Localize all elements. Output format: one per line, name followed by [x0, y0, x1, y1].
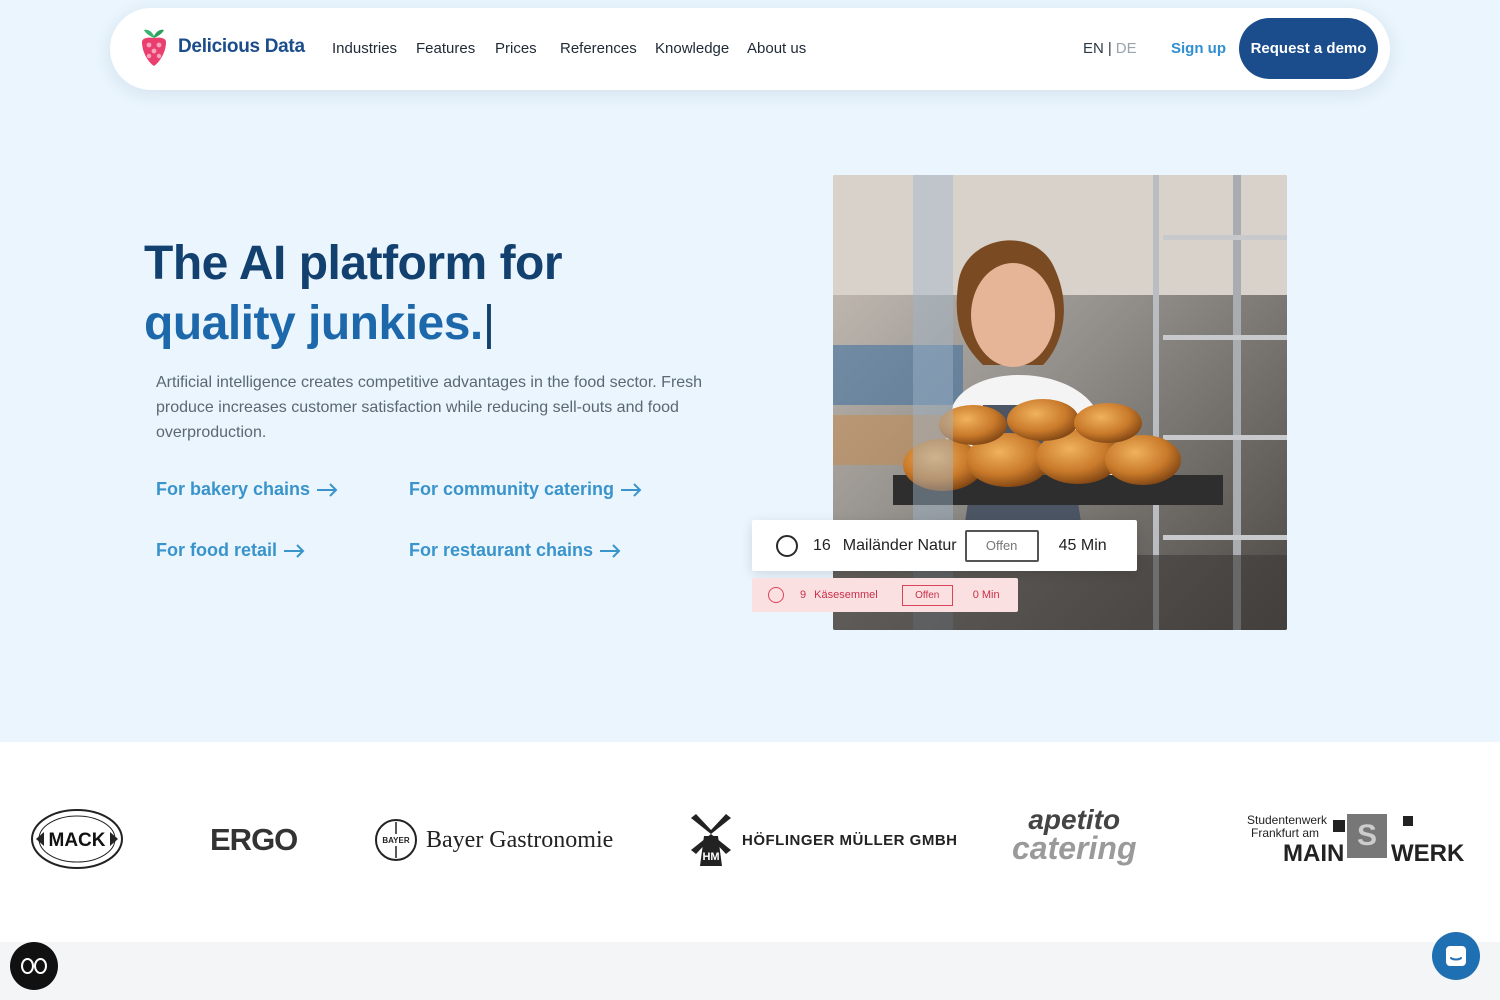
brand-logo[interactable]: Delicious Data: [138, 26, 305, 68]
nav-item-about-us[interactable]: About us: [747, 40, 806, 57]
order-checkbox[interactable]: [768, 587, 784, 603]
link-bakery-chains-label: For bakery chains: [156, 479, 311, 499]
nav-item-prices[interactable]: Prices: [495, 40, 537, 57]
nav-item-references[interactable]: References: [560, 40, 637, 57]
logo-apetito-catering: apetito catering: [1012, 806, 1137, 866]
logo-ergo: ERGO: [210, 822, 298, 857]
bayer-cross-icon: BAYER: [375, 819, 417, 861]
link-restaurant-chains[interactable]: For restaurant chains: [409, 540, 621, 561]
mainwerk-main: MAIN: [1283, 840, 1345, 867]
arrow-right-icon: [317, 482, 338, 497]
order-card: 16 Mailänder Natur Offen 45 Min: [752, 520, 1137, 571]
lang-de[interactable]: DE: [1116, 40, 1137, 57]
order-status-badge: Offen: [964, 529, 1039, 562]
mainwerk-werk: WERK: [1391, 840, 1465, 867]
order-card-alert: 9 Käsesemmel Offen 0 Min: [752, 578, 1018, 612]
bayer-mark-text: BAYER: [382, 836, 409, 845]
logo-mack-text: MACK: [49, 830, 106, 851]
windmill-icon: HM: [691, 814, 731, 866]
typing-caret: |: [482, 297, 495, 350]
arrow-right-icon: [600, 543, 621, 558]
order-status-badge: Offen: [901, 584, 953, 606]
brand-name: Delicious Data: [178, 36, 305, 57]
hero-title-line2: quality junkies.: [144, 297, 483, 350]
link-community-catering-label: For community catering: [409, 479, 615, 499]
mainwerk-s: S: [1347, 814, 1387, 858]
order-product: Käsesemmel: [814, 589, 878, 601]
bayer-text: Bayer Gastronomie: [426, 826, 614, 853]
hero-title: The AI platform for quality junkies.|: [144, 234, 563, 354]
nav-item-features[interactable]: Features: [416, 40, 475, 57]
catering-text: catering: [1012, 830, 1137, 866]
hoeflinger-text: HÖFLINGER MÜLLER GMBH: [742, 831, 958, 849]
link-bakery-chains[interactable]: For bakery chains: [156, 479, 338, 500]
logo-bayer-gastronomie: BAYER Bayer Gastronomie: [374, 818, 613, 862]
order-quantity: 9: [800, 589, 807, 601]
accessibility-button[interactable]: [10, 942, 58, 990]
order-time: 0 Min: [972, 589, 1000, 601]
order-time: 45 Min: [1058, 536, 1107, 554]
order-checkbox[interactable]: [776, 534, 798, 557]
chat-icon: [1446, 946, 1466, 966]
client-logos-strip: MACK ERGO BAYER Bayer Gastronomie HM HÖF…: [0, 742, 1500, 942]
link-food-retail-label: For food retail: [156, 540, 277, 560]
arrow-right-icon: [621, 482, 642, 497]
chat-launcher-button[interactable]: [1432, 932, 1480, 980]
link-restaurant-chains-label: For restaurant chains: [409, 540, 594, 560]
link-food-retail[interactable]: For food retail: [156, 540, 305, 561]
sign-up-link[interactable]: Sign up: [1171, 40, 1226, 57]
hero-subtitle: Artificial intelligence creates competit…: [156, 374, 703, 441]
logo-mack: MACK: [30, 808, 124, 875]
order-quantity: 16: [813, 536, 831, 554]
link-community-catering[interactable]: For community catering: [409, 479, 642, 500]
language-switcher: EN | DE: [1083, 40, 1137, 57]
top-navigation: Delicious Data Industries Features Price…: [110, 8, 1390, 90]
order-product: Mailänder Natur: [842, 536, 957, 554]
hero-title-line1: The AI platform for: [144, 237, 563, 290]
studentenwerk-line2: Frankfurt am: [1251, 826, 1320, 840]
next-section: [0, 942, 1500, 1000]
request-demo-button[interactable]: Request a demo: [1239, 18, 1378, 79]
logo-studentenwerk-frankfurt: Studentenwerk Frankfurt am MAIN S WERK: [1247, 814, 1465, 868]
nav-item-industries[interactable]: Industries: [332, 40, 397, 57]
strawberry-icon: [142, 29, 166, 66]
logo-hoeflinger-mueller: HM HÖFLINGER MÜLLER GMBH: [686, 814, 957, 866]
nav-item-knowledge[interactable]: Knowledge: [655, 40, 729, 57]
accessibility-icon: [21, 958, 47, 974]
lang-separator: |: [1107, 40, 1112, 57]
lang-en[interactable]: EN: [1083, 40, 1104, 57]
hm-mark-text: HM: [702, 851, 719, 863]
arrow-right-icon: [284, 543, 305, 558]
hero-title-line2-wrap: quality junkies.|: [144, 294, 562, 354]
